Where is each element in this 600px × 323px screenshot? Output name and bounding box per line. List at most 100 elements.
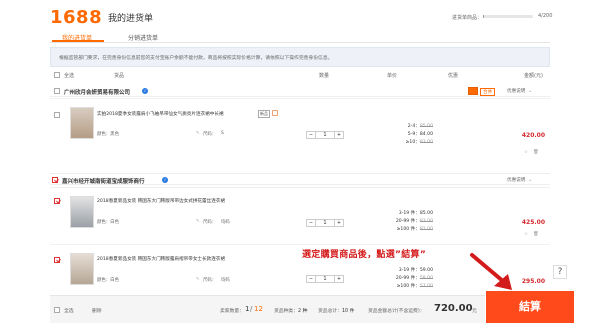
product-color: 颜色：白色	[97, 278, 119, 283]
price-tier: ≥100 件：57.00	[396, 284, 433, 289]
notice-text: 根据监管部门要求，在完善身份信息前您的支付宝账户余额不能付款，商品将按照实际价格…	[59, 56, 333, 61]
product-color: 颜色：黑色	[97, 132, 119, 137]
select-all-label: 全选	[64, 309, 74, 314]
discount-info-link[interactable]: 优惠说明	[507, 88, 525, 94]
merge-toggle-icon[interactable]	[468, 87, 478, 95]
size-value: S	[221, 131, 224, 136]
arrow-icon	[470, 253, 512, 290]
progress-label: 进货单商品：	[452, 15, 483, 21]
chevron-down-icon[interactable]: ⌄	[528, 177, 532, 183]
qty-plus-button[interactable]: +	[334, 276, 343, 282]
qty-minus-button[interactable]: −	[307, 220, 316, 226]
item-checkbox[interactable]	[54, 257, 60, 263]
price-tier: 20-99 件：83.00	[395, 219, 433, 224]
shop-checkbox[interactable]	[52, 177, 58, 183]
select-all-checkbox-bottom[interactable]	[54, 307, 60, 313]
kinds-value: 2 种	[298, 309, 308, 314]
favorite-icon[interactable]: ☆	[524, 150, 528, 155]
qty-input[interactable]: 1	[316, 132, 334, 138]
progress-track	[483, 15, 533, 18]
qty-minus-button[interactable]: −	[307, 132, 316, 138]
product-thumbnail[interactable]	[70, 253, 94, 285]
sellers-label: 卖家数量：	[220, 309, 244, 314]
sellers-selected: 1	[245, 305, 250, 313]
product-title[interactable]: 2018春夏新品女装 韩国东大门韩版露肩褶吊带女士长款连衣裙	[97, 256, 257, 262]
shop-header: 嘉兴市经开城南街道宝成服饰商行 ✓ 优惠说明 ⌄	[50, 173, 550, 185]
tab-distribution-cart[interactable]: 分销进货单	[128, 33, 158, 42]
price-tier: 5-9：84.00	[407, 132, 433, 137]
edit-icon[interactable]: ✎	[196, 277, 200, 282]
product-title[interactable]: 2018春夏新品女装 韩国东大门韩版吊带边女式拼花蕾丝连衣裙	[97, 198, 257, 204]
tag-icon	[272, 110, 278, 116]
product-thumbnail[interactable]	[70, 107, 94, 139]
size-value: 均码	[221, 220, 230, 225]
product-thumbnail[interactable]	[70, 196, 94, 228]
trash-icon[interactable]: 🗑	[533, 150, 539, 155]
total-label: 货品金额总计(不含运费)：	[368, 309, 425, 314]
item-amount: 425.00	[521, 219, 545, 226]
price-tier: ≥10：83.00	[405, 140, 433, 145]
currency-unit: 元	[472, 309, 477, 314]
qty-plus-button[interactable]: +	[334, 220, 343, 226]
select-all-label: 全选	[64, 73, 75, 79]
tabs-divider	[50, 42, 550, 43]
new-tag: 新品	[258, 110, 270, 118]
instruction-annotation: 選定購買商品後，點選”結算”	[302, 250, 427, 260]
discount-info-link[interactable]: 优惠说明	[507, 177, 525, 183]
size-value: 均码	[221, 278, 230, 283]
item-checkbox[interactable]	[54, 112, 60, 118]
verified-badge-icon: ✓	[162, 177, 168, 183]
col-unit-price: 单价	[387, 73, 398, 79]
quantity-stepper[interactable]: − 1 +	[306, 275, 344, 283]
quantity-stepper[interactable]: − 1 +	[306, 131, 344, 139]
quantity-stepper[interactable]: − 1 +	[306, 219, 344, 227]
product-title[interactable]: 实拍2018夏季女装露肩小飞袖吊带仙女气质亮片连衣裙中长裙	[97, 111, 257, 117]
page-title: 我的进货单	[108, 14, 154, 24]
shop-name[interactable]: 嘉兴市经开城南街道宝成服饰商行	[62, 177, 145, 185]
item-amount: 420.00	[521, 132, 545, 139]
qty-minus-button[interactable]: −	[307, 276, 316, 282]
help-icon[interactable]: ?	[553, 265, 567, 279]
qty-plus-button[interactable]: +	[334, 132, 343, 138]
price-tier: 3-19 件：85.00	[398, 211, 433, 216]
progress-count: 4/200	[538, 13, 553, 19]
select-all-checkbox-top[interactable]	[54, 72, 60, 78]
size-label: 尺码：	[203, 132, 217, 137]
trash-icon[interactable]: 🗑	[533, 232, 539, 237]
price-tier: 3-19 件：59.00	[398, 268, 433, 273]
edit-icon[interactable]: ✎	[196, 219, 200, 224]
shop-name[interactable]: 广州欣月会妍贸易有限公司	[64, 88, 130, 96]
product-color: 颜色：白色	[97, 220, 119, 225]
favorite-icon[interactable]: ☆	[524, 232, 528, 237]
edit-icon[interactable]: ✎	[196, 131, 200, 136]
size-label: 尺码：	[203, 220, 217, 225]
total-amount: 720.00	[434, 303, 473, 314]
chevron-down-icon[interactable]: ⌄	[528, 88, 532, 94]
cart-footer: 全选 删除 卖家数量： 1 / 12 货品种类： 2 种 货品总计： 10 件 …	[50, 295, 485, 323]
verified-badge-icon: ✓	[142, 88, 148, 94]
delete-button[interactable]: 删除	[92, 307, 102, 314]
price-tier: ≥100 件：82.00	[396, 227, 433, 232]
count-label: 货品总计：	[318, 309, 342, 314]
col-discount: 优惠	[448, 73, 459, 79]
item-checkbox[interactable]	[54, 198, 60, 204]
cart-item: 2018春夏新品女装 韩国东大门韩版吊带边女式拼花蕾丝连衣裙 颜色：白色 ✎ 尺…	[50, 187, 550, 241]
notice-banner: 根据监管部门要求，在完善身份信息前您的支付宝账户余额不能付款，商品将按照实际价格…	[50, 47, 550, 67]
shop-header: 广州欣月会妍贸易有限公司 ✓ 合并 优惠说明 ⌄	[50, 85, 550, 97]
col-amount: 金额(元)	[524, 73, 543, 79]
qty-input[interactable]: 1	[316, 276, 334, 282]
size-label: 尺码：	[203, 278, 217, 283]
progress-fill	[483, 15, 484, 18]
shop-checkbox[interactable]	[54, 88, 60, 94]
merge-button[interactable]: 合并	[480, 88, 496, 96]
sellers-total: 12	[254, 305, 263, 313]
site-logo[interactable]: 1688	[50, 7, 102, 28]
qty-input[interactable]: 1	[316, 220, 334, 226]
col-quantity: 数量	[319, 73, 330, 79]
price-tier: 2-4：85.00	[407, 124, 433, 129]
cart-item: 实拍2018夏季女装露肩小飞袖吊带仙女气质亮片连衣裙中长裙 新品 颜色：黑色 ✎…	[50, 98, 550, 163]
count-value: 10 件	[342, 309, 355, 314]
settle-button[interactable]: 結算	[486, 291, 574, 323]
kinds-label: 货品种类：	[274, 309, 298, 314]
column-header: 全选 货品 数量 单价 优惠 金额(元)	[50, 70, 550, 80]
